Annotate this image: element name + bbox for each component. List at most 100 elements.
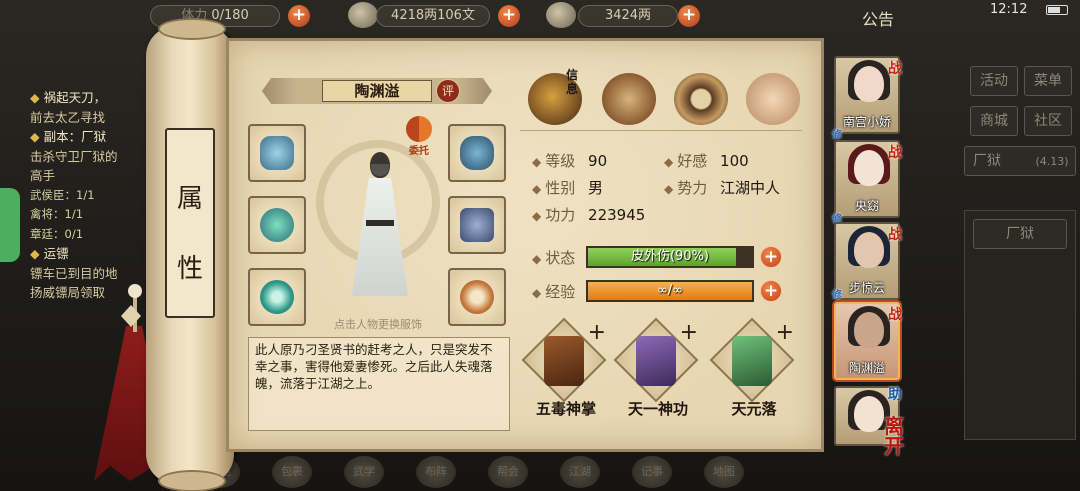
exp-bar: ∞/∞: [586, 280, 754, 302]
status-label-text: 状态: [545, 249, 576, 267]
faction-value: 江湖中人: [720, 179, 781, 197]
power-label: 功力: [545, 206, 576, 224]
notice-button[interactable]: 公告: [862, 6, 894, 30]
stamina-add-button[interactable]: +: [288, 5, 310, 27]
character-name: 陶渊溢: [322, 80, 432, 102]
skill-2-name: 天一神功: [627, 400, 688, 418]
nav-jianghu[interactable]: 江湖: [560, 456, 600, 488]
skill-1-name: 五毒神掌: [535, 400, 596, 418]
stat-favor: ◆ 好感 100: [664, 152, 749, 170]
skill-3-name: 天元落: [731, 400, 777, 418]
silver-add-button[interactable]: +: [498, 5, 520, 27]
skill-slot-1[interactable]: + 五毒神掌: [521, 317, 608, 422]
dungeon-list: 厂狱: [964, 210, 1076, 440]
quest-log[interactable]: ◆ 祸起天刀， 前去太乙寻找 ◆ 副本：厂狱 击杀守卫厂狱的 高手 武侯臣：1/…: [30, 88, 150, 303]
equip-slot-amulet[interactable]: [448, 268, 506, 326]
tab-scroll[interactable]: [602, 73, 656, 125]
nav-formation[interactable]: 布阵: [416, 456, 456, 488]
menu-button[interactable]: 菜单: [1024, 66, 1072, 96]
roster-battle-tag: 战: [888, 227, 902, 243]
nav-bag[interactable]: 包裹: [272, 456, 312, 488]
gold-ingot-icon: [546, 2, 576, 28]
community-button[interactable]: 社区: [1024, 106, 1072, 136]
exp-label: ◆ 经验: [532, 283, 576, 301]
stat-level: ◆ 等级 90: [532, 152, 608, 170]
character-figure[interactable]: [340, 148, 420, 306]
battery-icon: [1046, 5, 1068, 15]
rate-button[interactable]: 评: [436, 79, 460, 103]
portrait-face: [854, 150, 884, 186]
scroll-title-char-1: 属: [176, 184, 203, 214]
skill-1-book-icon: [544, 336, 584, 386]
skill-1-add[interactable]: +: [588, 320, 606, 345]
gold-pill: 3424两: [578, 5, 678, 27]
exp-label-text: 经验: [545, 283, 576, 301]
dungeon-name: 厂狱: [973, 153, 1001, 169]
tab-meridian[interactable]: [746, 73, 800, 125]
nav-martial[interactable]: 武学: [344, 456, 384, 488]
entrust-button[interactable]: 委托: [404, 116, 434, 157]
scroll-title-char-2: 性: [176, 254, 203, 284]
favor-label: 好感: [677, 152, 708, 170]
equip-slot-hat[interactable]: [448, 124, 506, 182]
dungeon-header[interactable]: 厂狱 (4.13): [964, 146, 1076, 176]
status-heal-button[interactable]: +: [760, 246, 782, 268]
status-bar-text: 皮外伤(90%): [630, 249, 710, 264]
equip-slot-bracer[interactable]: [248, 196, 306, 254]
bracer-icon: [260, 208, 294, 242]
roster-name: 陶渊溢: [848, 361, 885, 375]
activity-button[interactable]: 活动: [970, 66, 1018, 96]
character-robe: [352, 178, 408, 296]
skill-2-add[interactable]: +: [680, 320, 698, 345]
ring-icon: [260, 280, 294, 314]
stat-power: ◆ 功力 223945: [532, 206, 646, 224]
tab-separator: [520, 130, 802, 131]
roster-battle-tag: 战: [888, 307, 902, 323]
quest-2-desc-2: 高手: [30, 168, 56, 183]
roster-battle-tag: 战: [888, 61, 902, 77]
portrait-face: [854, 232, 884, 268]
quest-2-title: 副本：厂狱: [43, 129, 107, 144]
change-outfit-hint: 点击人物更换服饰: [334, 318, 422, 331]
exp-add-button[interactable]: +: [760, 280, 782, 302]
scroll-title: 属 性: [165, 128, 215, 318]
portrait-face: [854, 312, 884, 348]
nav-map[interactable]: 地图: [704, 456, 744, 488]
status-label: ◆ 状态: [532, 249, 576, 267]
dungeon-level: (4.13): [1035, 155, 1069, 168]
level-label: 等级: [545, 152, 576, 170]
tab-bagua[interactable]: [674, 73, 728, 125]
roster-cultivate-tag: 修: [832, 130, 842, 141]
gold-add-button[interactable]: +: [678, 5, 700, 27]
roster-assist-tag: 助: [888, 387, 902, 403]
gender-value: 男: [588, 179, 604, 197]
nav-notes[interactable]: 记事: [632, 456, 672, 488]
skill-slot-3[interactable]: + 天元落: [709, 317, 796, 422]
quest-2-progress-1: 武侯臣：1/1: [30, 187, 95, 202]
hat-icon: [460, 136, 494, 170]
top-resource-bar: 体力 0/180 + 4218两106文 + 3424两 +: [150, 0, 930, 34]
armor-icon: [460, 208, 494, 242]
amulet-icon: [460, 280, 494, 314]
quest-2-progress-2: 禽将：1/1: [30, 207, 84, 221]
favor-value: 100: [720, 152, 749, 170]
roster-cultivate-tag: 修: [832, 290, 842, 301]
portrait-face: [854, 66, 884, 102]
skill-3-add[interactable]: +: [776, 320, 794, 345]
roster-name: 央窈: [854, 199, 879, 213]
equip-slot-armor[interactable]: [448, 196, 506, 254]
chat-side-tab[interactable]: [0, 188, 20, 262]
quest-1-title: 祸起天刀，: [43, 90, 107, 105]
roster-name: 南宫小娇: [842, 115, 891, 129]
skill-slot-2[interactable]: + 天一神功: [613, 317, 700, 422]
dungeon-list-item[interactable]: 厂狱: [973, 219, 1067, 249]
equip-slot-ring[interactable]: [248, 268, 306, 326]
equip-slot-weapon[interactable]: [248, 124, 306, 182]
stat-faction: ◆ 势力 江湖中人: [664, 179, 781, 197]
tab-info-label: 信息: [566, 68, 579, 96]
bottom-nav: 角色 包裹 武学 布阵 帮会 江湖 记事 地图: [200, 450, 800, 491]
shop-button[interactable]: 商城: [970, 106, 1018, 136]
stat-gender: ◆ 性别 男: [532, 179, 604, 197]
leave-button[interactable]: 离开: [884, 416, 912, 456]
nav-guild[interactable]: 帮会: [488, 456, 528, 488]
